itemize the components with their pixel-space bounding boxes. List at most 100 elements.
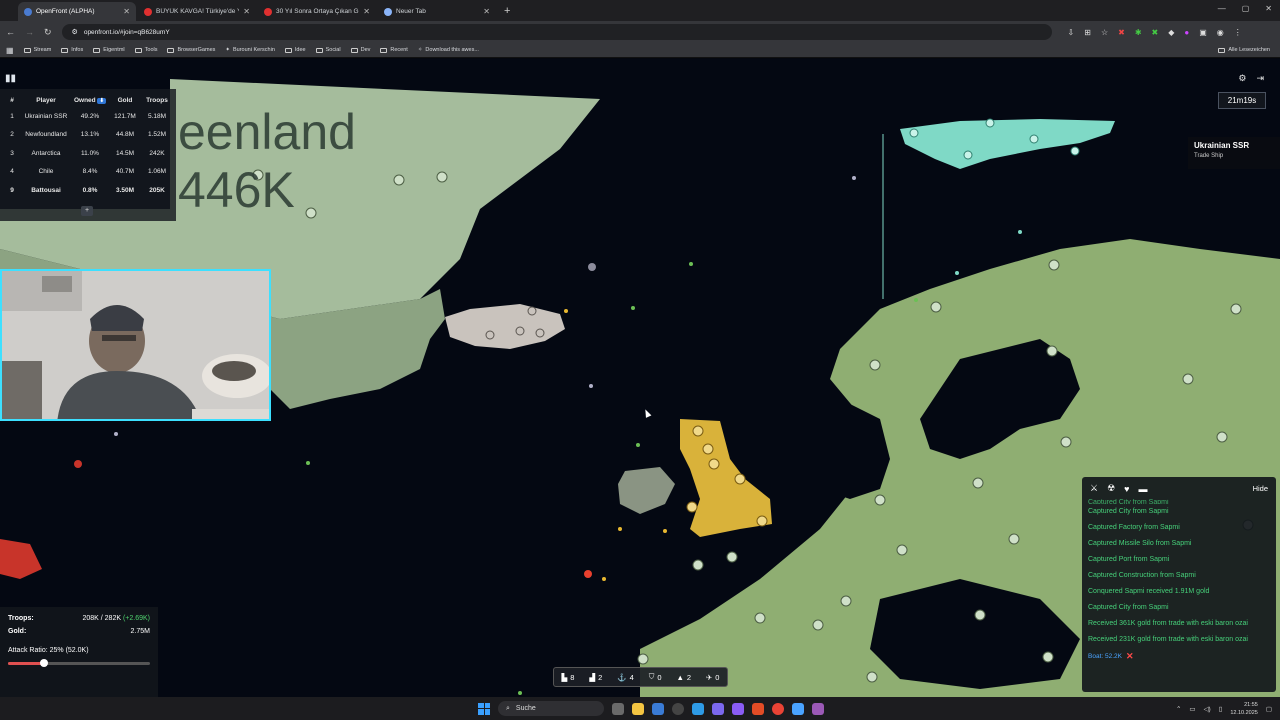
profile-icon[interactable]: ◉ <box>1217 28 1224 37</box>
extension-icon[interactable]: ✖ <box>1152 28 1159 37</box>
exit-icon[interactable]: ⇥ <box>1256 73 1264 84</box>
game-canvas[interactable]: eenland 446K ▮▮ # Player Owned ⬇ Gold Tr… <box>0 59 1280 697</box>
bookmark-folder[interactable]: Idee <box>284 47 306 53</box>
maximize-icon[interactable]: ▢ <box>1242 4 1250 13</box>
unit-missile[interactable]: ✈ 0 <box>706 673 719 682</box>
site-info-icon[interactable]: ⚙ <box>72 28 78 36</box>
col-player[interactable]: Player <box>22 97 70 104</box>
bookmark-folder[interactable]: Eigentml <box>93 47 125 53</box>
extension-icon[interactable]: ✱ <box>1135 28 1142 37</box>
gear-icon[interactable]: ⚙ <box>1238 73 1246 84</box>
bookmark-folder[interactable]: Tools <box>134 47 157 53</box>
leaderboard-expand-button[interactable]: + <box>81 206 93 216</box>
bookmark-folder[interactable]: Recent <box>380 47 408 53</box>
leaderboard-row[interactable]: 1 Ukrainian SSR 49.2% 121.7M 5.18M <box>2 107 174 126</box>
bookmark-folder[interactable]: Dev <box>350 47 370 53</box>
all-bookmarks[interactable]: Alle Lesezeichen <box>1218 47 1270 53</box>
apps-icon[interactable]: ▦ <box>6 46 14 55</box>
install-icon[interactable]: ⇩ <box>1068 28 1075 37</box>
unit-city[interactable]: ▙ 8 <box>561 673 574 682</box>
cancel-boat-icon[interactable]: ✕ <box>1126 651 1134 662</box>
taskbar-app-icon[interactable] <box>652 702 664 715</box>
taskbar-app-icon[interactable] <box>692 702 704 715</box>
sword-icon[interactable]: ⚔ <box>1090 483 1098 494</box>
chat-icon[interactable]: ▬ <box>1139 484 1148 494</box>
extension-icon[interactable]: ● <box>1184 28 1189 37</box>
bookmarks-bar: ▦ Stream Infos Eigentml Tools BrowserGam… <box>0 43 1280 58</box>
nuke-icon[interactable]: ☢ <box>1107 483 1115 494</box>
leaderboard-row[interactable]: 3 Antarctica 11.0% 14.5M 242K <box>2 144 174 163</box>
taskbar-search[interactable]: ⌕ Suche <box>498 701 604 716</box>
bookmark-folder[interactable]: Infos <box>61 47 83 53</box>
close-icon[interactable]: ✕ <box>123 7 130 16</box>
event-item: Captured Port from Sapmi <box>1088 556 1170 563</box>
taskbar-app-icon[interactable] <box>792 702 804 715</box>
battery-icon[interactable]: ▯ <box>1219 705 1223 713</box>
obs-icon[interactable] <box>672 702 684 715</box>
url-field[interactable]: ⚙ openfront.io/#join=qB628umY <box>61 24 1052 40</box>
taskbar-app-icon[interactable] <box>812 702 824 715</box>
tab-openfront[interactable]: OpenFront (ALPHA) ✕ <box>18 2 136 21</box>
bookmark-folder[interactable]: BrowserGames <box>167 47 215 53</box>
back-icon[interactable]: ← <box>6 27 15 37</box>
chrome-app-icon[interactable] <box>772 702 784 715</box>
chevron-up-icon[interactable]: ⌃ <box>1176 705 1181 713</box>
unit-factory[interactable]: ▟ 2 <box>589 673 602 682</box>
star-icon[interactable]: ☆ <box>1101 28 1108 37</box>
folder-icon <box>167 47 175 53</box>
search-icon: ⌕ <box>506 704 510 712</box>
puzzle-icon[interactable]: ▣ <box>1199 28 1207 37</box>
close-window-icon[interactable]: ✕ <box>1265 4 1272 13</box>
close-icon[interactable]: ✕ <box>243 7 250 16</box>
extension-icon[interactable]: ◆ <box>1168 28 1174 37</box>
tab-title: 30 Yıl Sonra Ortaya Çıkan Gerçe <box>276 8 359 15</box>
bookmark-label: Infos <box>71 47 84 53</box>
hover-player-info: Ukrainian SSR Trade Ship <box>1188 137 1280 169</box>
unit-sam[interactable]: ▲ 2 <box>676 673 691 682</box>
leaderboard-row[interactable]: 2 Newfoundland 13.1% 44.8M 1.52M <box>2 126 174 145</box>
player-name: Ukrainian SSR <box>24 112 68 120</box>
tab-youtube-1[interactable]: BÜYÜK KAVGA! Türkiye'de Yaşa ✕ <box>138 2 256 21</box>
missile-icon: ✈ <box>705 672 713 682</box>
system-clock[interactable]: 21:55 12.10.2025 <box>1230 701 1258 717</box>
tab-youtube-2[interactable]: 30 Yıl Sonra Ortaya Çıkan Gerçe ✕ <box>258 2 376 21</box>
taskbar-app-icon[interactable] <box>752 702 764 715</box>
bookmark-link[interactable]: ✧ Download this awes... <box>418 47 479 53</box>
unit-defense[interactable]: ⛉ 0 <box>649 672 662 682</box>
new-tab-button[interactable]: + <box>504 5 510 17</box>
unit-port[interactable]: ⚓ 4 <box>617 673 634 682</box>
taskbar-app-icon[interactable] <box>612 702 624 715</box>
leaderboard-row-self[interactable]: 9 Battousai 0.8% 3.50M 205K <box>2 181 174 200</box>
close-icon[interactable]: ✕ <box>363 7 370 16</box>
taskbar-app-icon[interactable] <box>712 702 724 715</box>
shield-icon: ⛉ <box>648 672 655 681</box>
translate-icon[interactable]: ⊞ <box>1084 28 1091 37</box>
attack-ratio-slider[interactable] <box>8 659 150 667</box>
col-gold[interactable]: Gold <box>110 97 140 104</box>
network-icon[interactable]: ▭ <box>1189 705 1195 713</box>
volume-icon[interactable]: ◁) <box>1204 705 1211 713</box>
forward-icon[interactable]: → <box>25 27 34 37</box>
menu-icon[interactable]: ⋮ <box>1234 28 1242 37</box>
close-icon[interactable]: ✕ <box>483 7 490 16</box>
extension-icon[interactable]: ✖ <box>1118 28 1125 37</box>
col-troops[interactable]: Troops <box>140 97 174 104</box>
folder-app-icon[interactable] <box>632 702 644 715</box>
hide-button[interactable]: Hide <box>1253 484 1268 493</box>
reload-icon[interactable]: ↻ <box>44 27 52 38</box>
minimize-icon[interactable]: — <box>1218 4 1226 13</box>
tab-new[interactable]: Neuer Tab ✕ <box>378 2 496 21</box>
notification-icon[interactable]: ▢ <box>1266 705 1272 713</box>
browser-tab-bar: OpenFront (ALPHA) ✕ BÜYÜK KAVGA! Türkiye… <box>0 0 1280 21</box>
leaderboard-toggle-icon[interactable]: ▮▮ <box>5 73 16 84</box>
heart-icon[interactable]: ♥ <box>1124 484 1129 494</box>
windows-start-icon[interactable] <box>478 702 490 715</box>
bookmark-folder[interactable]: Social <box>315 47 341 53</box>
leaderboard-row[interactable]: 4 Chile 8.4% 40.7M 1.06M <box>2 163 174 182</box>
bookmark-folder[interactable]: Stream <box>23 47 51 53</box>
bookmark-folder[interactable]: ✦ Burouni Kerschin <box>225 47 275 53</box>
taskbar-app-icon[interactable] <box>732 702 744 715</box>
col-owned[interactable]: Owned ⬇ <box>70 97 110 104</box>
attack-ratio-handle[interactable] <box>39 659 48 667</box>
unit-count: 0 <box>715 672 720 682</box>
